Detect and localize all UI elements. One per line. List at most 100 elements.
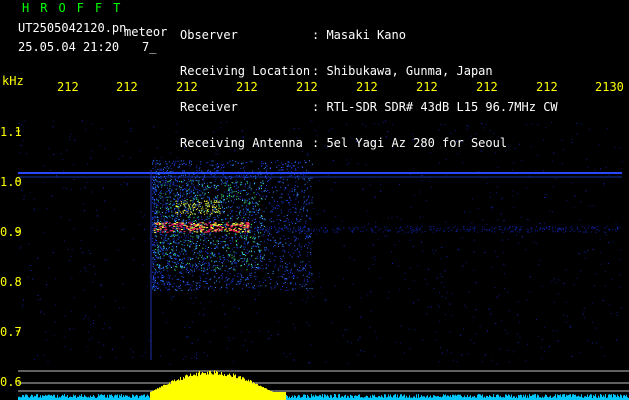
echo-pixel [165,215,166,217]
noise-dot [538,264,540,266]
echo-pixel [233,164,234,166]
noise-dot [462,265,464,267]
histogram-bar [155,389,156,400]
echo-pixel [296,175,298,177]
echo-pixel [217,166,219,167]
echo-pixel [158,172,159,174]
echo-pixel [152,250,154,251]
echo-pixel [290,199,292,201]
noise-dot [19,152,21,154]
echo-pixel [236,244,238,246]
echo-pixel [263,258,265,260]
noise-dot [160,355,162,357]
echo-pixel [233,268,235,270]
echo-pixel [213,206,215,208]
echo-pixel [187,283,189,285]
histogram-bar [159,387,160,400]
echo-pixel [181,222,184,224]
echo-pixel [155,209,156,211]
echo-pixel [191,200,193,202]
histogram-bar [381,395,382,400]
echo-pixel [291,162,293,164]
echo-pixel [207,202,209,204]
noise-dot [319,276,321,277]
echo-pixel [154,286,156,288]
echo-pixel [184,240,186,242]
histogram-bar [284,392,285,400]
echo-pixel [255,218,257,220]
echo-pixel [288,222,290,223]
echo-pixel [160,280,162,282]
echo-pixel [232,279,234,281]
echo-pixel [209,182,211,184]
echo-pixel [227,260,229,262]
histogram-bar [54,394,55,400]
echo-pixel [164,283,166,285]
echo-pixel [202,274,204,276]
echo-pixel [181,229,184,230]
echo-pixel [185,220,187,222]
echo-pixel [609,229,611,231]
echo-pixel [165,252,167,254]
echo-pixel [176,246,178,248]
echo-pixel [166,199,168,201]
echo-pixel [258,236,260,238]
echo-pixel [245,279,246,281]
echo-pixel [164,236,166,238]
echo-pixel [213,198,215,200]
noise-dot [133,351,134,353]
noise-dot [101,127,102,129]
echo-pixel [280,258,282,259]
echo-pixel [162,249,164,251]
echo-pixel [289,175,291,177]
noise-dot [89,339,91,341]
echo-pixel [206,216,208,218]
noise-dot [212,232,214,234]
echo-pixel [254,183,255,185]
noise-dot [504,273,505,275]
echo-pixel [290,283,292,285]
echo-pixel [177,200,178,202]
echo-pixel [258,227,259,229]
histogram-bar [133,395,134,400]
noise-dot [275,256,277,258]
echo-pixel [251,247,253,249]
noise-dot [501,197,503,199]
echo-pixel [181,181,183,183]
noise-dot [98,314,100,316]
noise-dot [103,344,105,346]
noise-dot [285,220,287,222]
noise-dot [520,216,522,218]
echo-pixel [199,287,200,288]
echo-pixel [260,253,262,255]
noise-dot [175,124,177,126]
echo-pixel [243,200,245,202]
echo-pixel [185,207,187,209]
echo-pixel [238,259,240,261]
echo-pixel [447,227,449,229]
noise-dot [123,228,125,230]
noise-dot [447,292,449,294]
echo-pixel [258,267,260,269]
echo-pixel [213,275,215,277]
histogram-bar [35,396,36,400]
histogram-bar [413,396,414,400]
echo-pixel [198,263,200,265]
histogram-bar [487,396,488,400]
echo-pixel [206,227,209,229]
echo-pixel [519,230,521,231]
echo-pixel [276,166,278,168]
noise-dot [208,235,210,237]
echo-pixel [208,187,210,188]
echo-pixel [157,249,159,251]
y-tick-label: 1.0 [0,175,22,189]
echo-pixel [281,229,283,230]
noise-dot [82,252,84,254]
echo-pixel [171,245,173,247]
echo-pixel [252,267,254,269]
echo-pixel [186,199,188,201]
echo-pixel [262,268,264,270]
echo-pixel [260,226,262,228]
echo-pixel [263,168,265,170]
echo-pixel [182,260,184,262]
